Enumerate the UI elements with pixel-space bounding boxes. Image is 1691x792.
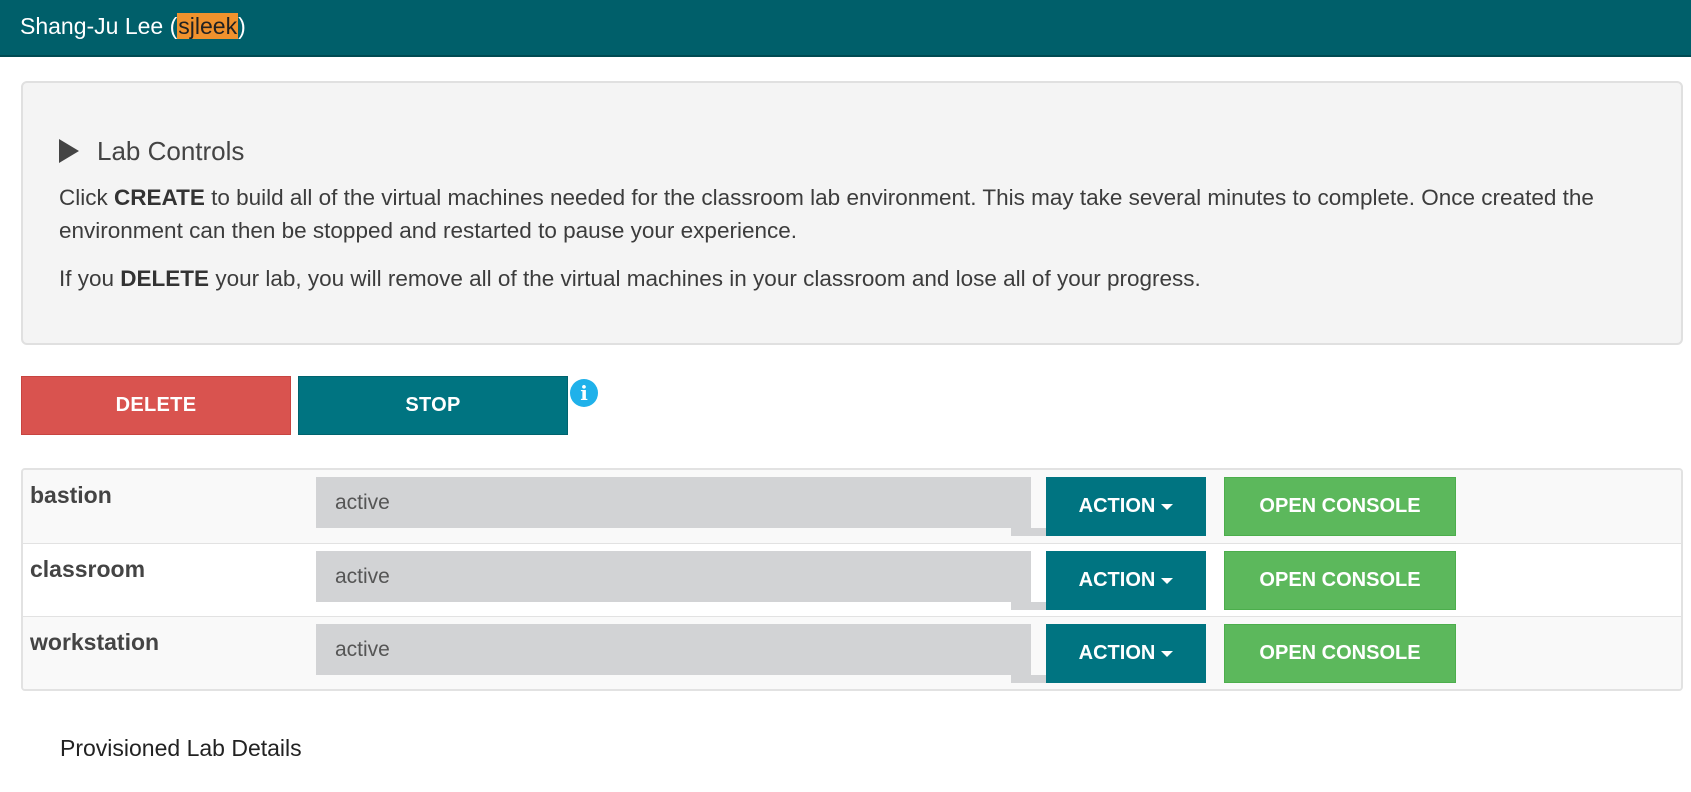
caret-down-icon	[1161, 577, 1174, 584]
create-keyword: CREATE	[114, 185, 205, 210]
caret-right-icon	[59, 139, 79, 164]
open-console-button[interactable]: OPEN CONSOLE	[1224, 551, 1456, 610]
delete-warning: If you DELETE your lab, you will remove …	[59, 262, 1639, 295]
table-row: classroom active ACTION OPEN CONSOLE	[23, 543, 1681, 617]
user-identity: Shang-Ju Lee (sjleek)	[20, 11, 246, 41]
action-label: ACTION	[1078, 642, 1156, 664]
text-segment: Click	[59, 185, 114, 210]
user-name: Shang-Ju Lee (	[20, 13, 178, 39]
vm-status-tail	[1011, 602, 1046, 610]
caret-down-icon	[1161, 503, 1174, 510]
caret-down-icon	[1161, 650, 1174, 657]
action-dropdown-button[interactable]: ACTION	[1046, 551, 1206, 610]
username-highlight: sjleek	[177, 13, 239, 39]
table-row: bastion active ACTION OPEN CONSOLE	[23, 470, 1681, 544]
vm-name: bastion	[30, 482, 112, 508]
table-row: workstation active ACTION OPEN CONSOLE	[23, 617, 1681, 689]
stop-button[interactable]: STOP	[298, 376, 568, 435]
text-segment: If you	[59, 266, 121, 291]
text-segment: to build all of the virtual machines nee…	[59, 185, 1594, 243]
action-label: ACTION	[1078, 495, 1156, 517]
text-segment: your lab, you will remove all of the vir…	[209, 266, 1201, 291]
top-header: Shang-Ju Lee (sjleek)	[0, 0, 1691, 57]
lab-controls-description: Click CREATE to build all of the virtual…	[59, 181, 1639, 310]
create-instructions: Click CREATE to build all of the virtual…	[59, 181, 1639, 247]
vm-status-tail	[1011, 675, 1046, 683]
vm-name: classroom	[30, 556, 146, 582]
lab-controls-toggle[interactable]: Lab Controls	[59, 135, 244, 167]
action-dropdown-button[interactable]: ACTION	[1046, 624, 1206, 683]
action-label: ACTION	[1078, 569, 1156, 591]
vm-status-field: active	[316, 624, 1031, 675]
vm-status-tail	[1011, 528, 1046, 536]
delete-button[interactable]: DELETE	[21, 376, 291, 435]
user-name-suffix: )	[238, 13, 246, 39]
vm-status-field: active	[316, 477, 1031, 528]
provisioned-lab-details-title[interactable]: Provisioned Lab Details	[60, 733, 302, 763]
action-dropdown-button[interactable]: ACTION	[1046, 477, 1206, 536]
info-icon[interactable]: i	[570, 379, 598, 407]
delete-keyword: DELETE	[120, 266, 210, 291]
lab-controls-title: Lab Controls	[97, 136, 245, 166]
open-console-button[interactable]: OPEN CONSOLE	[1224, 477, 1456, 536]
lab-controls-panel: Lab Controls Click CREATE to build all o…	[21, 81, 1683, 345]
vm-status-field: active	[316, 551, 1031, 602]
vm-name: workstation	[30, 629, 160, 655]
vm-table: bastion active ACTION OPEN CONSOLE class…	[21, 468, 1683, 691]
open-console-button[interactable]: OPEN CONSOLE	[1224, 624, 1456, 683]
